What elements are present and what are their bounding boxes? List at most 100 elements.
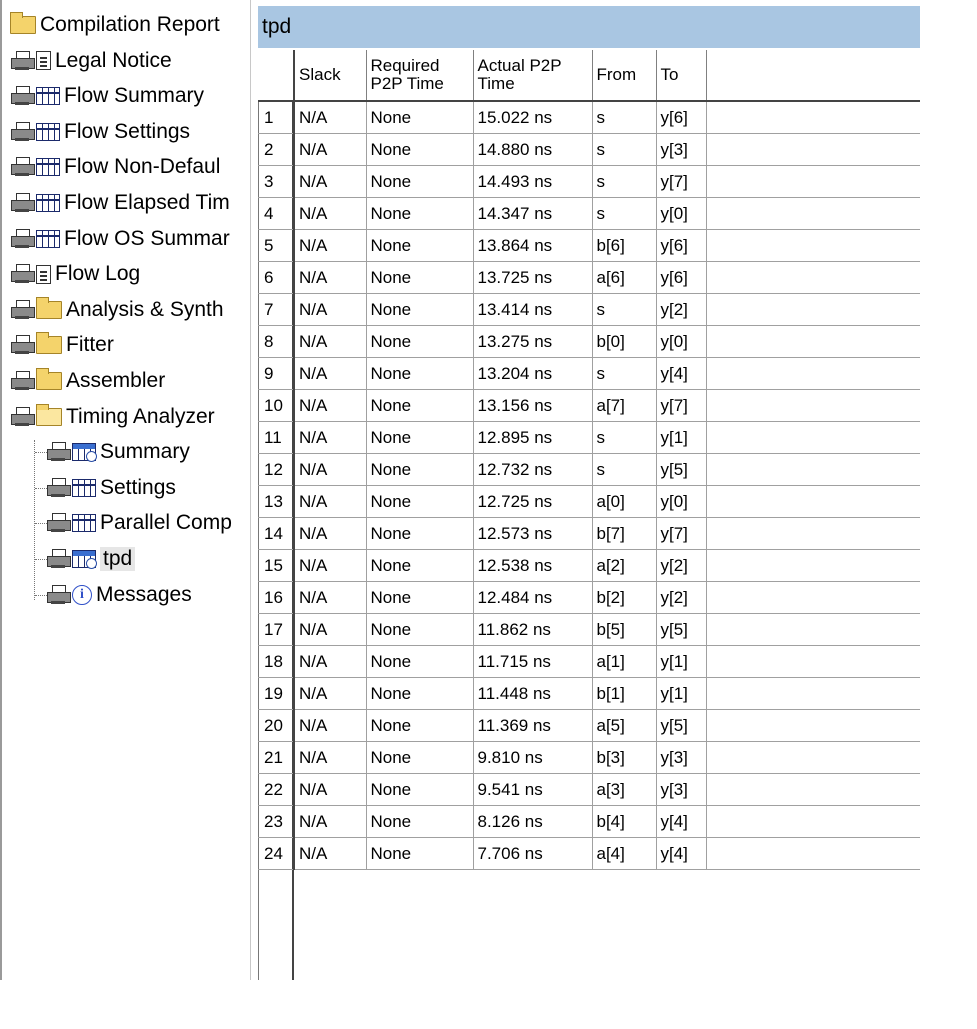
tree-item-parallel-comp[interactable]: Parallel Comp xyxy=(46,508,232,538)
cell-slack[interactable]: N/A xyxy=(294,165,367,198)
tree-item-compilation-report[interactable]: Compilation Report xyxy=(10,10,220,40)
table-row[interactable]: 4 N/A None 14.347 ns s y[0] xyxy=(258,197,920,230)
tree-item-flow-elapsed-tim[interactable]: Flow Elapsed Tim xyxy=(10,188,230,218)
table-row[interactable]: 9 N/A None 13.204 ns s y[4] xyxy=(258,357,920,390)
column-header-from[interactable]: From xyxy=(592,50,657,102)
cell-actual-p2p-time[interactable]: 9.810 ns xyxy=(473,741,593,774)
row-number[interactable]: 5 xyxy=(258,229,295,262)
cell-slack[interactable]: N/A xyxy=(294,549,367,582)
cell-slack[interactable]: N/A xyxy=(294,773,367,806)
cell-slack[interactable]: N/A xyxy=(294,677,367,710)
cell-from[interactable]: s xyxy=(592,453,657,486)
cell-required-p2p-time[interactable]: None xyxy=(366,133,474,166)
cell-actual-p2p-time[interactable]: 12.573 ns xyxy=(473,517,593,550)
table-row[interactable]: 7 N/A None 13.414 ns s y[2] xyxy=(258,293,920,326)
cell-to[interactable]: y[1] xyxy=(656,677,707,710)
table-row[interactable]: 19 N/A None 11.448 ns b[1] y[1] xyxy=(258,677,920,710)
cell-slack[interactable]: N/A xyxy=(294,709,367,742)
row-number[interactable]: 4 xyxy=(258,197,295,230)
row-number[interactable]: 14 xyxy=(258,517,295,550)
row-number[interactable]: 6 xyxy=(258,261,295,294)
cell-slack[interactable]: N/A xyxy=(294,133,367,166)
cell-slack[interactable]: N/A xyxy=(294,229,367,262)
cell-required-p2p-time[interactable]: None xyxy=(366,805,474,838)
column-header-required-p2p-time[interactable]: Required P2P Time xyxy=(366,50,474,102)
table-row[interactable]: 11 N/A None 12.895 ns s y[1] xyxy=(258,421,920,454)
cell-to[interactable]: y[1] xyxy=(656,645,707,678)
cell-actual-p2p-time[interactable]: 7.706 ns xyxy=(473,837,593,870)
table-row[interactable]: 10 N/A None 13.156 ns a[7] y[7] xyxy=(258,389,920,422)
table-row[interactable]: 1 N/A None 15.022 ns s y[6] xyxy=(258,100,920,134)
table-row[interactable]: 20 N/A None 11.369 ns a[5] y[5] xyxy=(258,709,920,742)
cell-from[interactable]: s xyxy=(592,293,657,326)
cell-required-p2p-time[interactable]: None xyxy=(366,261,474,294)
cell-from[interactable]: a[7] xyxy=(592,389,657,422)
cell-to[interactable]: y[2] xyxy=(656,293,707,326)
cell-from[interactable]: b[4] xyxy=(592,805,657,838)
table-row[interactable]: 2 N/A None 14.880 ns s y[3] xyxy=(258,133,920,166)
tree-item-tpd[interactable]: tpd xyxy=(46,544,136,574)
row-number[interactable]: 22 xyxy=(258,773,295,806)
cell-required-p2p-time[interactable]: None xyxy=(366,773,474,806)
cell-from[interactable]: b[1] xyxy=(592,677,657,710)
cell-from[interactable]: s xyxy=(592,100,657,134)
row-number[interactable]: 24 xyxy=(258,837,295,870)
cell-required-p2p-time[interactable]: None xyxy=(366,517,474,550)
cell-required-p2p-time[interactable]: None xyxy=(366,485,474,518)
cell-required-p2p-time[interactable]: None xyxy=(366,453,474,486)
cell-from[interactable]: s xyxy=(592,197,657,230)
cell-slack[interactable]: N/A xyxy=(294,389,367,422)
cell-required-p2p-time[interactable]: None xyxy=(366,165,474,198)
cell-from[interactable]: a[2] xyxy=(592,549,657,582)
cell-to[interactable]: y[0] xyxy=(656,197,707,230)
tree-item-flow-log[interactable]: Flow Log xyxy=(10,259,140,289)
row-number[interactable]: 1 xyxy=(258,100,295,134)
cell-slack[interactable]: N/A xyxy=(294,613,367,646)
table-row[interactable]: 15 N/A None 12.538 ns a[2] y[2] xyxy=(258,549,920,582)
cell-slack[interactable]: N/A xyxy=(294,293,367,326)
cell-slack[interactable]: N/A xyxy=(294,421,367,454)
row-number[interactable]: 16 xyxy=(258,581,295,614)
cell-actual-p2p-time[interactable]: 14.347 ns xyxy=(473,197,593,230)
row-number[interactable]: 3 xyxy=(258,165,295,198)
results-grid[interactable]: Slack Required P2P Time Actual P2P Time Fr… xyxy=(258,50,920,980)
cell-to[interactable]: y[2] xyxy=(656,581,707,614)
cell-actual-p2p-time[interactable]: 15.022 ns xyxy=(473,100,593,134)
cell-from[interactable]: b[2] xyxy=(592,581,657,614)
row-number[interactable]: 21 xyxy=(258,741,295,774)
cell-actual-p2p-time[interactable]: 12.538 ns xyxy=(473,549,593,582)
cell-slack[interactable]: N/A xyxy=(294,805,367,838)
row-number[interactable]: 20 xyxy=(258,709,295,742)
cell-to[interactable]: y[3] xyxy=(656,741,707,774)
cell-to[interactable]: y[5] xyxy=(656,453,707,486)
table-row[interactable]: 18 N/A None 11.715 ns a[1] y[1] xyxy=(258,645,920,678)
cell-slack[interactable]: N/A xyxy=(294,581,367,614)
table-row[interactable]: 17 N/A None 11.862 ns b[5] y[5] xyxy=(258,613,920,646)
cell-from[interactable]: b[0] xyxy=(592,325,657,358)
cell-slack[interactable]: N/A xyxy=(294,261,367,294)
cell-actual-p2p-time[interactable]: 13.414 ns xyxy=(473,293,593,326)
cell-required-p2p-time[interactable]: None xyxy=(366,357,474,390)
cell-from[interactable]: a[4] xyxy=(592,837,657,870)
row-number[interactable]: 18 xyxy=(258,645,295,678)
cell-actual-p2p-time[interactable]: 11.715 ns xyxy=(473,645,593,678)
table-row[interactable]: 5 N/A None 13.864 ns b[6] y[6] xyxy=(258,229,920,262)
cell-required-p2p-time[interactable]: None xyxy=(366,549,474,582)
row-number[interactable]: 19 xyxy=(258,677,295,710)
tree-item-flow-settings[interactable]: Flow Settings xyxy=(10,117,190,147)
table-row[interactable]: 6 N/A None 13.725 ns a[6] y[6] xyxy=(258,261,920,294)
cell-slack[interactable]: N/A xyxy=(294,197,367,230)
cell-actual-p2p-time[interactable]: 11.862 ns xyxy=(473,613,593,646)
row-number[interactable]: 15 xyxy=(258,549,295,582)
tree-item-analysis-synth[interactable]: Analysis & Synth xyxy=(10,295,224,325)
cell-actual-p2p-time[interactable]: 9.541 ns xyxy=(473,773,593,806)
cell-actual-p2p-time[interactable]: 11.448 ns xyxy=(473,677,593,710)
row-number-header[interactable] xyxy=(258,50,295,102)
cell-required-p2p-time[interactable]: None xyxy=(366,837,474,870)
cell-required-p2p-time[interactable]: None xyxy=(366,293,474,326)
cell-slack[interactable]: N/A xyxy=(294,453,367,486)
cell-to[interactable]: y[5] xyxy=(656,613,707,646)
column-header-actual-p2p-time[interactable]: Actual P2P Time xyxy=(473,50,593,102)
cell-actual-p2p-time[interactable]: 12.895 ns xyxy=(473,421,593,454)
cell-slack[interactable]: N/A xyxy=(294,837,367,870)
